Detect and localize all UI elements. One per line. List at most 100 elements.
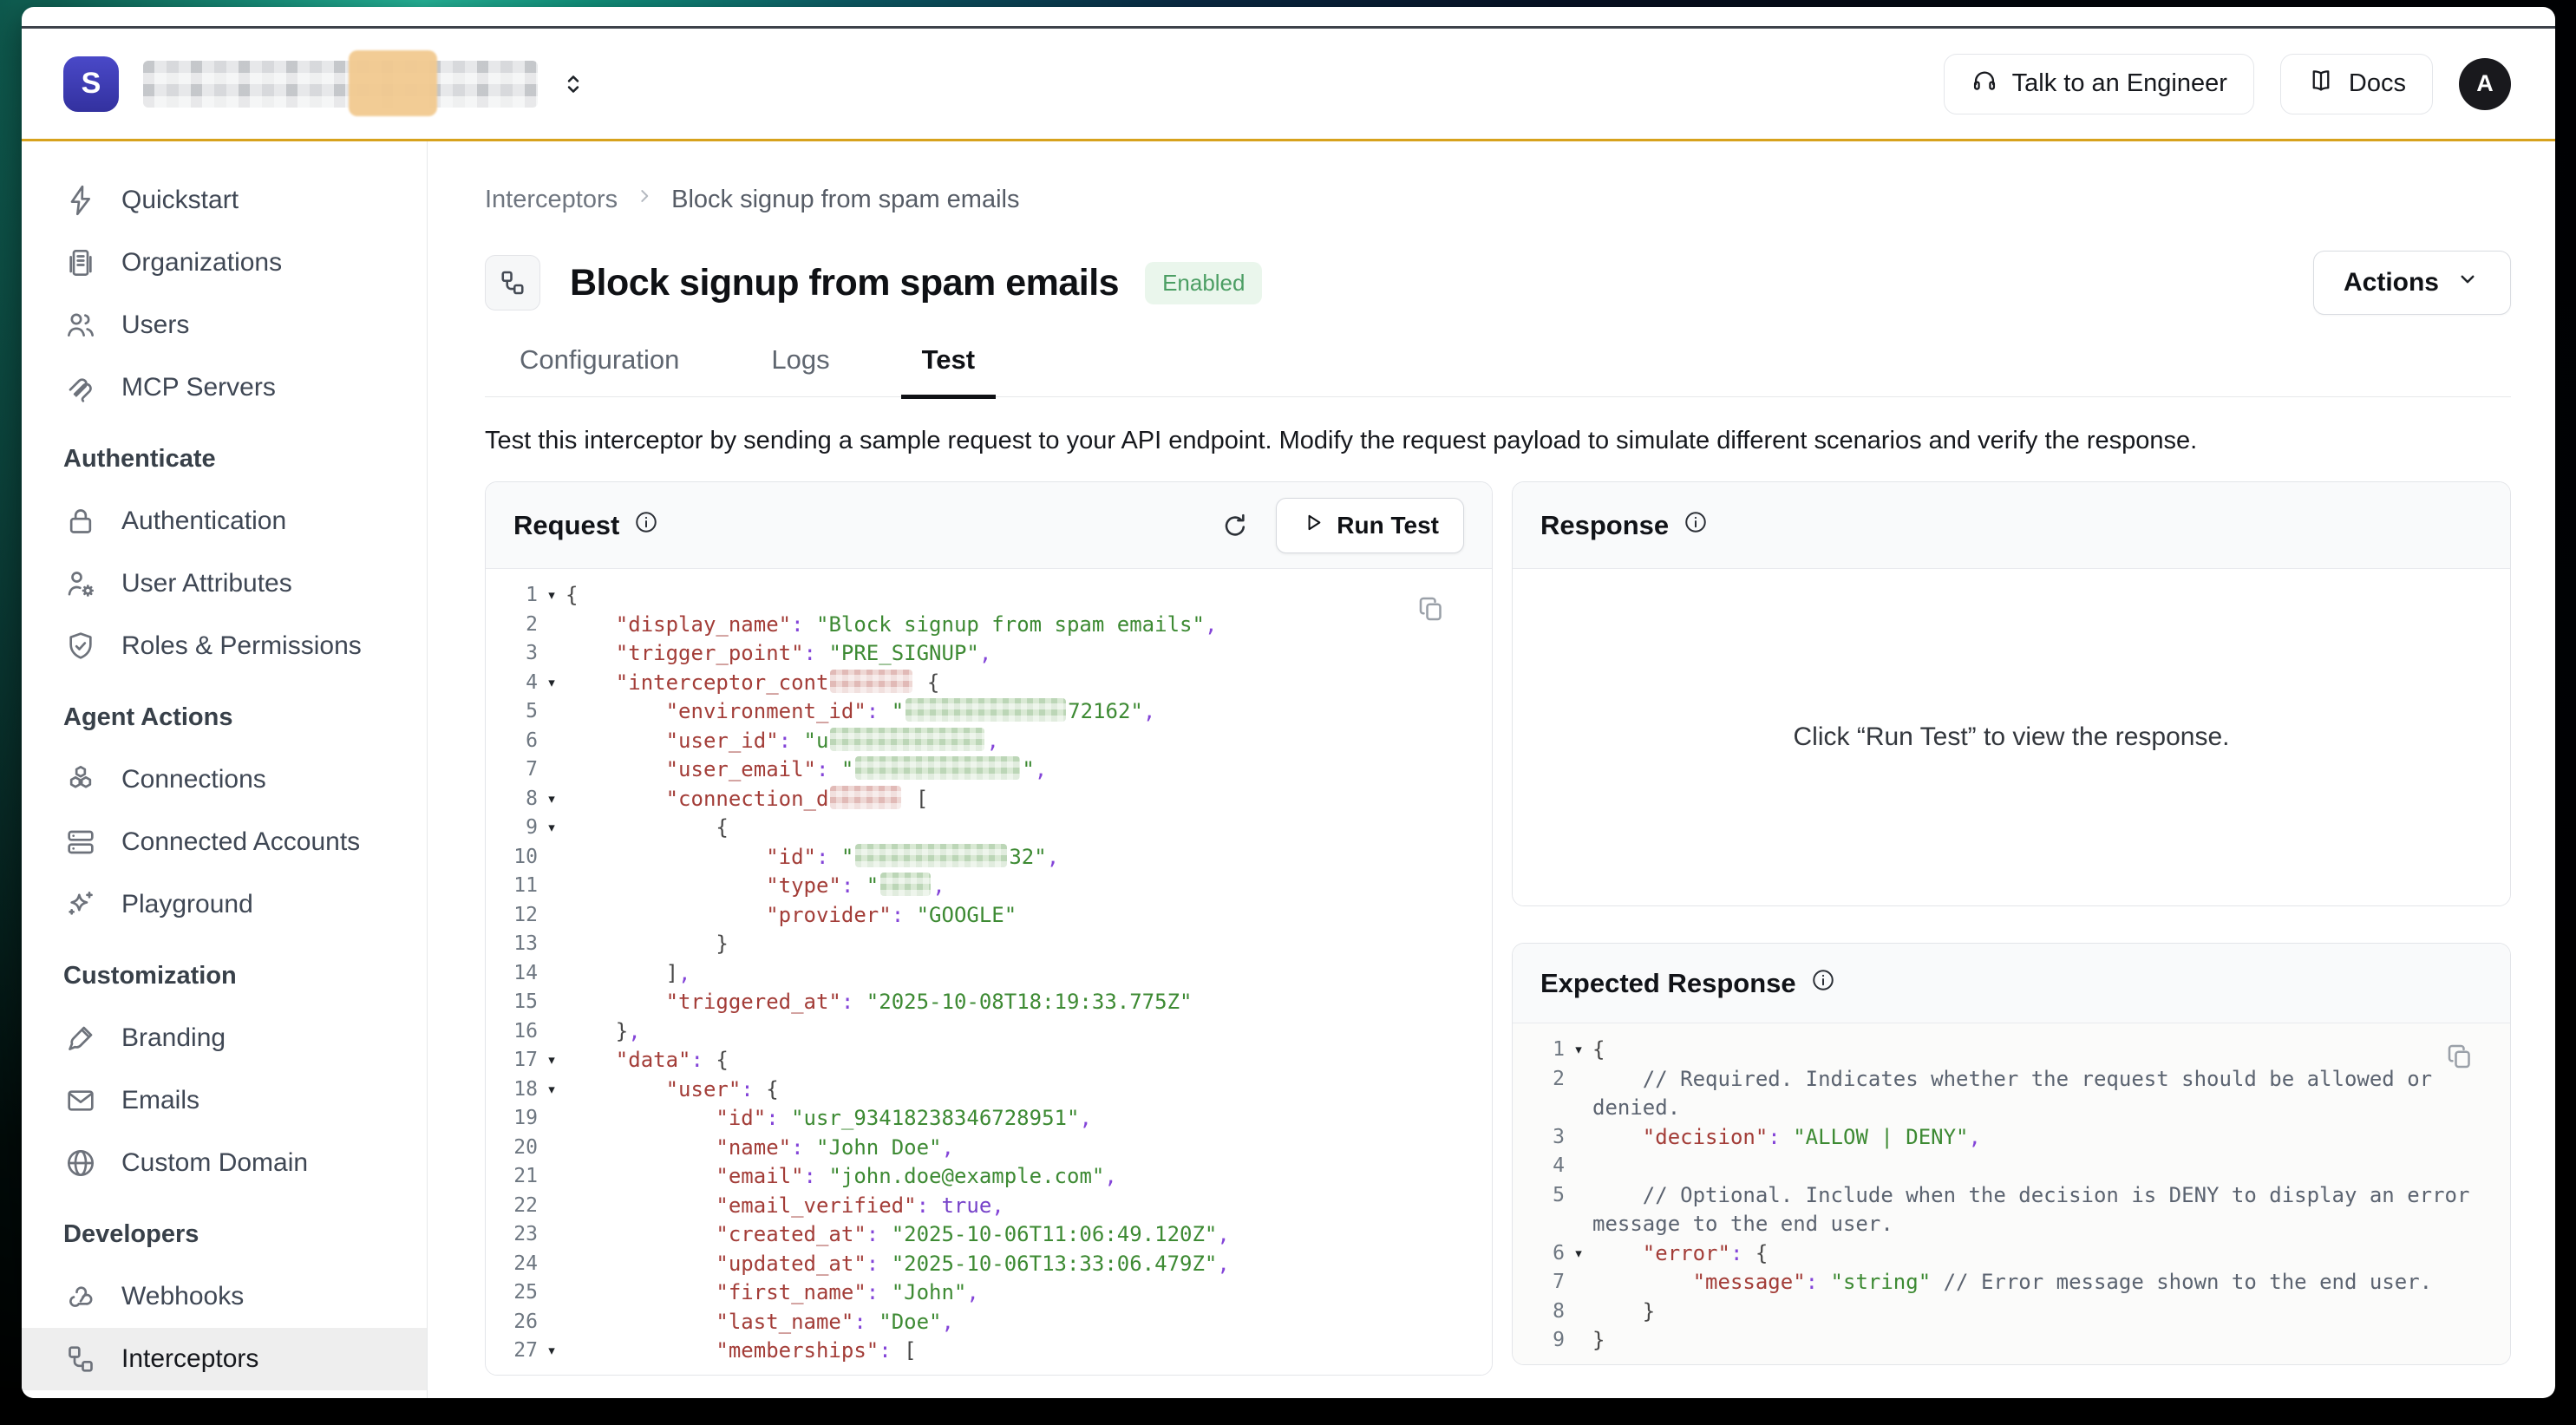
fold-toggle-icon[interactable]: ▾: [538, 814, 566, 843]
sparkles-icon: [63, 887, 98, 922]
sidebar-item-user-attributes[interactable]: User Attributes: [22, 552, 427, 615]
fold-toggle-icon[interactable]: ▾: [538, 1337, 566, 1366]
code-text: "data": {: [566, 1046, 1478, 1075]
fold-spacer: [1565, 1123, 1592, 1153]
code-text: {: [566, 581, 1478, 611]
line-number: 6: [1527, 1239, 1565, 1269]
sidebar-item-playground[interactable]: Playground: [22, 873, 427, 936]
talk-to-engineer-label: Talk to an Engineer: [2012, 69, 2227, 98]
users-icon: [63, 308, 98, 343]
sidebar-item-organizations[interactable]: Organizations: [22, 232, 427, 294]
docs-button[interactable]: Docs: [2280, 54, 2433, 114]
sidebar-item-branding[interactable]: Branding: [22, 1007, 427, 1069]
copy-icon[interactable]: [2444, 1041, 2475, 1075]
run-test-label: Run Test: [1337, 512, 1439, 539]
info-icon[interactable]: [1810, 967, 1836, 1000]
line-number: 27: [500, 1337, 538, 1366]
request-code-editor[interactable]: 1▾{2 "display_name": "Block signup from …: [486, 569, 1492, 1375]
interceptor-icon: [485, 255, 540, 310]
sidebar-item-connections[interactable]: Connections: [22, 748, 427, 811]
sidebar: QuickstartOrganizationsUsersMCP Servers A…: [22, 141, 428, 1398]
actions-button[interactable]: Actions: [2313, 251, 2511, 315]
breadcrumb-parent[interactable]: Interceptors: [485, 186, 618, 214]
tab-configuration[interactable]: Configuration: [499, 344, 700, 396]
sidebar-item-auth-logs[interactable]: Auth Logs: [22, 1390, 427, 1398]
code-text: // Optional. Include when the decision i…: [1592, 1181, 2496, 1239]
line-number: 8: [500, 785, 538, 814]
sidebar-item-label: Emails: [121, 1086, 199, 1115]
fold-toggle-icon[interactable]: ▾: [1565, 1239, 1592, 1269]
code-text: "display_name": "Block signup from spam …: [566, 611, 1478, 640]
sidebar-item-interceptors[interactable]: Interceptors: [22, 1328, 427, 1390]
breadcrumb-current: Block signup from spam emails: [671, 186, 1019, 214]
line-number: 1: [1527, 1036, 1565, 1065]
sidebar-item-webhooks[interactable]: Webhooks: [22, 1265, 427, 1328]
code-line: 24 "updated_at": "2025-10-06T13:33:06.47…: [500, 1250, 1478, 1279]
org-name-redacted[interactable]: [143, 61, 538, 108]
fold-spacer: [538, 1017, 566, 1047]
sidebar-item-connected-accounts[interactable]: Connected Accounts: [22, 811, 427, 873]
status-badge: Enabled: [1145, 262, 1262, 304]
request-title-label: Request: [513, 510, 619, 541]
fold-toggle-icon[interactable]: ▾: [538, 669, 566, 698]
reset-request-icon[interactable]: [1220, 511, 1250, 540]
fold-spacer: [538, 755, 566, 785]
user-avatar[interactable]: A: [2459, 58, 2511, 110]
fold-toggle-icon[interactable]: ▾: [1565, 1036, 1592, 1065]
line-number: 7: [500, 755, 538, 785]
fold-toggle-icon[interactable]: ▾: [538, 1046, 566, 1075]
sidebar-item-roles-permissions[interactable]: Roles & Permissions: [22, 615, 427, 677]
code-text: "user_email": "",: [566, 755, 1478, 785]
code-line: 9}: [1527, 1326, 2496, 1356]
line-number: 20: [500, 1134, 538, 1163]
headset-icon: [1971, 67, 1998, 101]
run-test-button[interactable]: Run Test: [1276, 498, 1464, 553]
line-number: 1: [500, 581, 538, 611]
code-text: "error": {: [1592, 1239, 2496, 1269]
fold-spacer: [1565, 1298, 1592, 1327]
fold-spacer: [538, 1192, 566, 1221]
code-line: 12 "provider": "GOOGLE": [500, 901, 1478, 931]
tab-logs[interactable]: Logs: [750, 344, 850, 396]
fold-toggle-icon[interactable]: ▾: [538, 785, 566, 814]
line-number: 6: [500, 727, 538, 756]
code-line: 4▾ "interceptor_cont {: [500, 669, 1478, 698]
line-number: 5: [500, 697, 538, 727]
info-icon[interactable]: [633, 509, 659, 542]
line-number: 24: [500, 1250, 538, 1279]
code-text: {: [1592, 1036, 2496, 1065]
app-logo: S: [63, 56, 119, 112]
expected-panel-header: Expected Response: [1513, 944, 2510, 1023]
copy-icon[interactable]: [1415, 593, 1447, 627]
code-text: "last_name": "Doe",: [566, 1308, 1478, 1337]
info-icon[interactable]: [1683, 509, 1709, 542]
sidebar-item-custom-domain[interactable]: Custom Domain: [22, 1132, 427, 1194]
sidebar-item-emails[interactable]: Emails: [22, 1069, 427, 1132]
code-text: "email_verified": true,: [566, 1192, 1478, 1221]
app-body: QuickstartOrganizationsUsersMCP Servers A…: [22, 141, 2555, 1398]
play-icon: [1301, 511, 1324, 540]
top-bar-right: Talk to an Engineer Docs A: [1944, 54, 2511, 114]
sidebar-item-quickstart[interactable]: Quickstart: [22, 169, 427, 232]
code-text: "updated_at": "2025-10-06T13:33:06.479Z"…: [566, 1250, 1478, 1279]
code-text: [1592, 1152, 2496, 1181]
org-switcher-chevrons-icon[interactable]: [559, 69, 588, 99]
code-line: 6▾ "error": {: [1527, 1239, 2496, 1269]
sidebar-item-users[interactable]: Users: [22, 294, 427, 356]
chevron-down-icon: [2455, 266, 2481, 299]
redacted-value: [855, 756, 1020, 780]
fold-spacer: [538, 1134, 566, 1163]
desktop-background: S Talk to an Engineer Docs A QuickstartO…: [0, 0, 2576, 1425]
code-text: }: [566, 930, 1478, 959]
fold-toggle-icon[interactable]: ▾: [538, 1075, 566, 1105]
sidebar-item-authentication[interactable]: Authentication: [22, 490, 427, 552]
sidebar-item-mcp-servers[interactable]: MCP Servers: [22, 356, 427, 419]
request-header-actions: Run Test: [1220, 498, 1464, 553]
line-number: 25: [500, 1278, 538, 1308]
tab-test[interactable]: Test: [901, 344, 996, 396]
expected-code-viewer[interactable]: 1▾{2 // Required. Indicates whether the …: [1513, 1023, 2510, 1364]
fold-toggle-icon[interactable]: ▾: [538, 581, 566, 611]
sidebar-item-label: Authentication: [121, 507, 286, 536]
talk-to-engineer-button[interactable]: Talk to an Engineer: [1944, 54, 2254, 114]
user-attributes-icon: [63, 566, 98, 601]
